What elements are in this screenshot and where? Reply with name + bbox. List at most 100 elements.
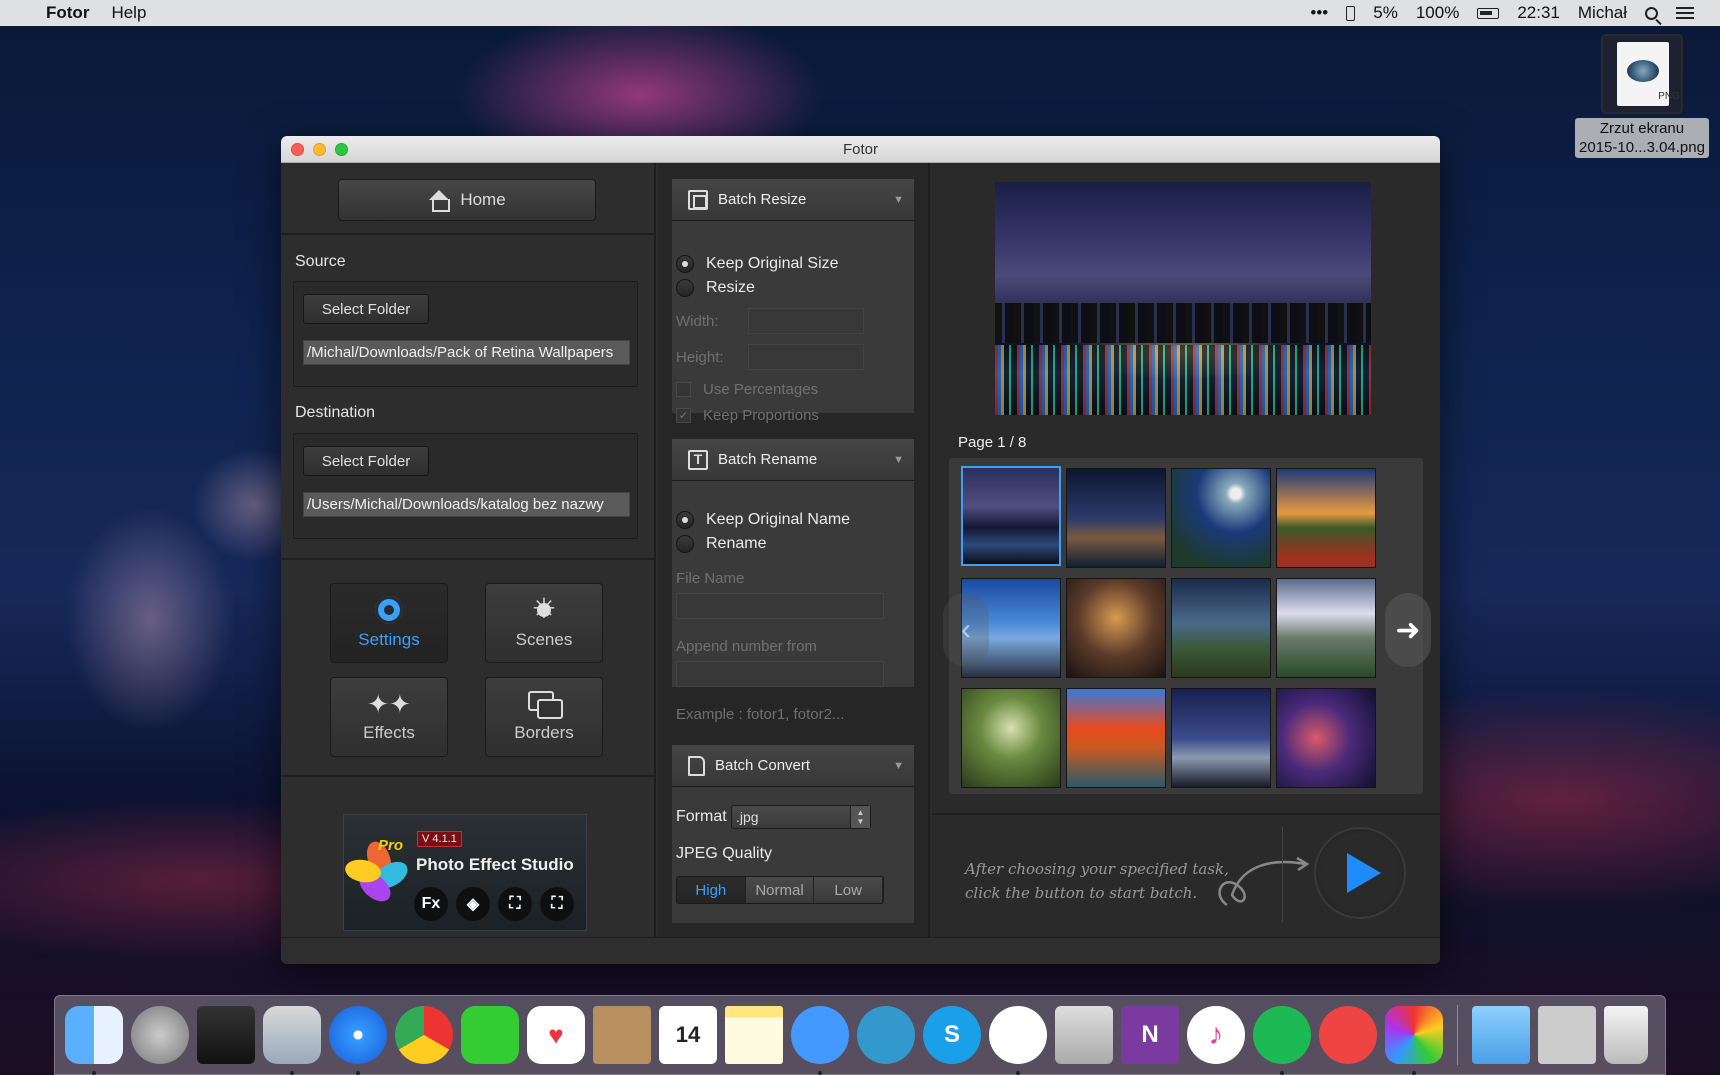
zoom-window-button[interactable]: [335, 143, 348, 156]
sun-icon: [530, 592, 558, 625]
settings-tool-button[interactable]: Settings: [330, 583, 448, 663]
minimize-window-button[interactable]: [313, 143, 326, 156]
divider: [281, 233, 654, 235]
dock-separator: [1457, 1005, 1458, 1065]
thumbnail[interactable]: [1171, 688, 1271, 788]
folder-icon[interactable]: [1472, 1006, 1530, 1064]
next-page-arrow-icon[interactable]: ➜: [1385, 593, 1431, 667]
calendar-icon[interactable]: 14: [659, 1006, 717, 1064]
window-title: Fotor: [842, 140, 878, 158]
messenger-icon[interactable]: [989, 1006, 1047, 1075]
battery-percent[interactable]: 100%: [1416, 3, 1459, 23]
rename-radio[interactable]: Rename: [676, 535, 766, 553]
phone-icon[interactable]: [1346, 5, 1356, 21]
file-name-input[interactable]: [676, 593, 884, 619]
keep-original-size-radio[interactable]: Keep Original Size: [676, 255, 839, 273]
pocket-icon[interactable]: ♥: [527, 1006, 585, 1064]
contacts-icon[interactable]: [593, 1006, 651, 1064]
desktop-file-icon[interactable]: PNG Zrzut ekranu 2015-10...3.04.png: [1568, 34, 1716, 158]
app-menu[interactable]: Fotor: [46, 3, 89, 23]
mail-icon[interactable]: [263, 1006, 321, 1075]
use-percentages-checkbox[interactable]: Use Percentages: [676, 381, 818, 398]
menu-bar: Fotor Help ••• 5% 100% 22:31 Michał: [0, 0, 1720, 26]
messages-icon[interactable]: [791, 1006, 849, 1075]
gear-icon: [375, 596, 403, 624]
height-input[interactable]: [748, 344, 864, 370]
downloads-stack-icon[interactable]: [1538, 1006, 1596, 1064]
safari-icon[interactable]: [329, 1006, 387, 1075]
destination-label: Destination: [295, 404, 376, 421]
downloader-icon[interactable]: [1319, 1006, 1377, 1064]
user-menu[interactable]: Michał: [1578, 3, 1627, 23]
chrome-icon[interactable]: [395, 1006, 453, 1064]
width-input[interactable]: [748, 308, 864, 334]
skype-icon[interactable]: S: [923, 1006, 981, 1064]
window-titlebar[interactable]: Fotor: [281, 136, 1440, 163]
quality-high-button[interactable]: High: [677, 877, 746, 903]
thumbnail[interactable]: [961, 688, 1061, 788]
radio-icon: [676, 535, 694, 553]
scenes-tool-button[interactable]: Scenes: [485, 583, 603, 663]
onenote-icon[interactable]: N: [1121, 1006, 1179, 1064]
version-badge: V 4.1.1: [417, 831, 462, 847]
spotify-icon[interactable]: [1253, 1006, 1311, 1075]
start-batch-play-button[interactable]: [1314, 827, 1406, 919]
quality-low-button[interactable]: Low: [814, 877, 883, 903]
home-button[interactable]: Home: [338, 179, 596, 221]
thumbnail[interactable]: [961, 466, 1061, 566]
help-menu[interactable]: Help: [111, 3, 146, 23]
notes-icon[interactable]: [725, 1006, 783, 1064]
batch-rename-header[interactable]: Batch Rename ▼: [672, 439, 914, 481]
battery-icon[interactable]: [1477, 7, 1500, 19]
window-status-bar: [281, 937, 1440, 964]
borders-icon: [528, 691, 563, 719]
left-panel: Home Source Select Folder /Michal/Downlo…: [281, 163, 656, 937]
thumbnail[interactable]: [1276, 578, 1376, 678]
more-menu-icon[interactable]: •••: [1310, 3, 1328, 23]
notification-center-icon[interactable]: [1676, 7, 1694, 19]
thumbnail[interactable]: [1171, 578, 1271, 678]
append-number-input[interactable]: [676, 661, 884, 687]
source-path-field[interactable]: /Michal/Downloads/Pack of Retina Wallpap…: [303, 340, 630, 365]
fotor-icon[interactable]: [1385, 1006, 1443, 1075]
borders-tool-button[interactable]: Borders: [485, 677, 603, 757]
spotlight-search-icon[interactable]: [1645, 6, 1658, 20]
photo-effect-studio-ad[interactable]: Pro V 4.1.1 Photo Effect Studio Fx ◈ ⛶ ⛶: [343, 814, 587, 931]
page-indicator: Page 1 / 8: [958, 434, 1027, 451]
format-select[interactable]: .jpg ▲ ▼: [731, 805, 871, 829]
thumbnail[interactable]: [1066, 578, 1166, 678]
clock[interactable]: 22:31: [1517, 3, 1560, 23]
batch-rename-title: Batch Rename: [718, 451, 818, 468]
thumbnail[interactable]: [1276, 468, 1376, 568]
batch-convert-header[interactable]: Batch Convert ▼: [672, 745, 914, 787]
source-box: Select Folder /Michal/Downloads/Pack of …: [293, 281, 638, 387]
destination-select-folder-button[interactable]: Select Folder: [303, 446, 429, 476]
thumbnail[interactable]: [1066, 688, 1166, 788]
preview-icon[interactable]: [1055, 1006, 1113, 1064]
width-label: Width:: [676, 313, 719, 330]
thumbnail[interactable]: [1066, 468, 1166, 568]
thumbnail[interactable]: [1171, 468, 1271, 568]
preview-panel: Page 1 / 8 ‹ ➜ After choosing your speci…: [932, 163, 1440, 937]
quality-normal-button[interactable]: Normal: [745, 877, 815, 903]
trash-icon[interactable]: [1604, 1006, 1648, 1064]
destination-path-field[interactable]: /Users/Michal/Downloads/katalog bez nazw…: [303, 492, 630, 517]
launchpad-icon[interactable]: [131, 1006, 189, 1064]
keep-original-name-radio[interactable]: Keep Original Name: [676, 511, 850, 529]
sparkle-icon: ✦✦: [367, 689, 411, 719]
thumbnail[interactable]: [1276, 688, 1376, 788]
telegram-icon[interactable]: [857, 1006, 915, 1064]
itunes-icon[interactable]: ♪: [1187, 1006, 1245, 1064]
batch-resize-header[interactable]: Batch Resize ▼: [672, 179, 914, 221]
source-select-folder-button[interactable]: Select Folder: [303, 294, 429, 324]
file-name-label: File Name: [676, 570, 745, 587]
close-window-button[interactable]: [291, 143, 304, 156]
keep-proportions-checkbox[interactable]: ✓ Keep Proportions: [676, 407, 819, 424]
mission-control-icon[interactable]: [197, 1006, 255, 1064]
format-label: Format: [676, 808, 727, 825]
effects-tool-button[interactable]: ✦✦ Effects: [330, 677, 448, 757]
resize-radio[interactable]: Resize: [676, 279, 755, 297]
previous-page-arrow-icon[interactable]: ‹: [943, 593, 989, 667]
feedly-icon[interactable]: [461, 1006, 519, 1064]
finder-icon[interactable]: [65, 1006, 123, 1075]
